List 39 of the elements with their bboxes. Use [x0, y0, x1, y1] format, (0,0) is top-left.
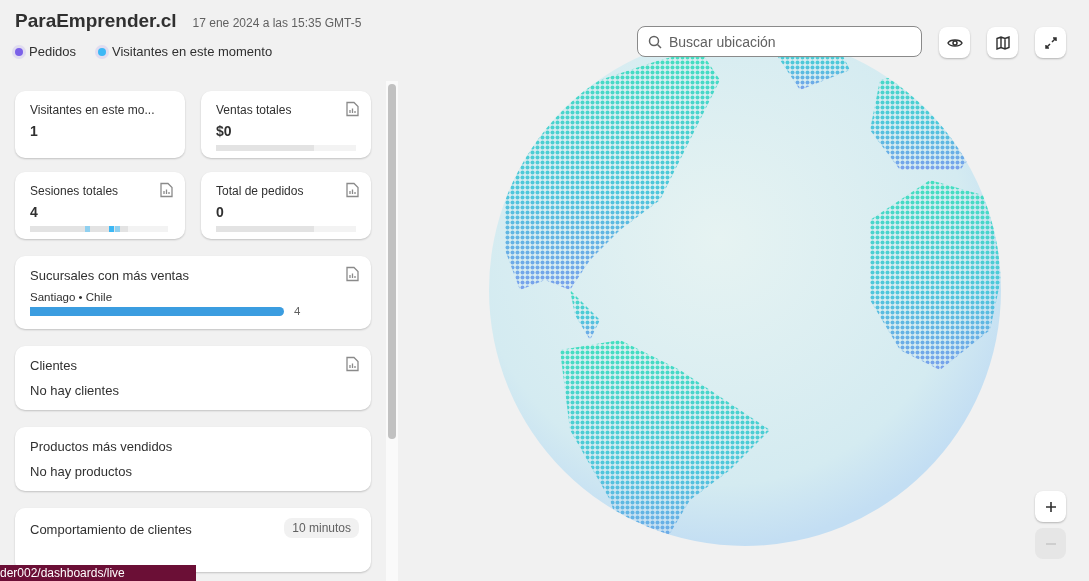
- card-title: Sucursales con más ventas: [30, 268, 189, 283]
- branch-label: Santiago • Chile: [30, 291, 114, 303]
- metric-title: Ventas totales: [216, 103, 292, 117]
- empty-text: No hay clientes: [30, 383, 119, 398]
- zoom-in-button[interactable]: [1035, 491, 1066, 522]
- timestamp: 17 ene 2024 a las 15:35 GMT-5: [192, 16, 362, 30]
- store-title: ParaEmprender.cl: [15, 10, 177, 32]
- report-icon[interactable]: [346, 182, 359, 198]
- time-range-badge[interactable]: 10 minutos: [284, 518, 359, 538]
- visibility-button[interactable]: [939, 27, 970, 58]
- report-icon[interactable]: [346, 356, 359, 372]
- search-field[interactable]: Buscar ubicación: [637, 26, 922, 57]
- card-title: Productos más vendidos: [30, 439, 173, 454]
- metric-value: 1: [30, 123, 38, 139]
- metric-value: 4: [30, 204, 38, 220]
- legend-label: Pedidos: [29, 44, 76, 59]
- scrollbar-thumb[interactable]: [388, 84, 396, 439]
- eye-icon: [946, 36, 963, 49]
- metric-title: Sesiones totales: [30, 184, 119, 198]
- scrollbar-track[interactable]: [386, 81, 398, 581]
- branch-count: 4: [294, 305, 301, 317]
- metric-title: Total de pedidos: [216, 184, 304, 198]
- report-icon[interactable]: [346, 266, 359, 282]
- card-title: Clientes: [30, 358, 77, 373]
- card-title: Comportamiento de clientes: [30, 522, 192, 537]
- empty-text: No hay productos: [30, 464, 132, 479]
- report-icon[interactable]: [160, 182, 173, 198]
- map-icon: [995, 35, 1010, 50]
- metric-title: Visitantes en este mo...: [30, 103, 155, 117]
- expand-icon: [1044, 36, 1057, 49]
- legend-label: Visitantes en este momento: [112, 44, 273, 59]
- metric-value: $0: [216, 123, 232, 139]
- search-icon: [648, 35, 662, 49]
- map-button[interactable]: [987, 27, 1018, 58]
- report-icon[interactable]: [346, 101, 359, 117]
- status-url: der002/dashboards/live: [0, 565, 196, 581]
- metric-value: 0: [216, 204, 224, 220]
- fullscreen-button[interactable]: [1035, 27, 1066, 58]
- plus-icon: [1045, 501, 1056, 512]
